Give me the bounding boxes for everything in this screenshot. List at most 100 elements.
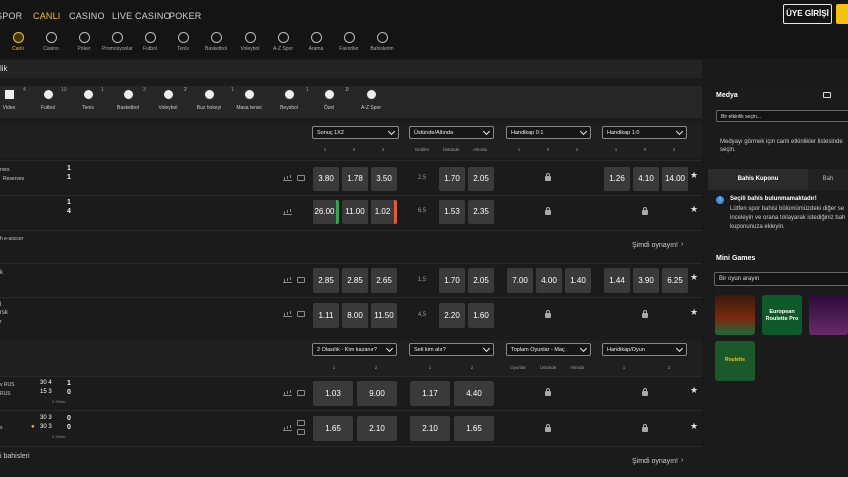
odd-button[interactable]: 11.50 xyxy=(371,303,397,328)
filter-table-tennis[interactable]: Masa tenisi 1 xyxy=(231,87,262,111)
odd-button[interactable]: 7.00 xyxy=(507,268,533,293)
filter-basketball[interactable]: Basketbol 3 xyxy=(115,87,146,111)
stats-icon[interactable] xyxy=(283,311,292,317)
odd-button[interactable]: 2.65 xyxy=(371,268,397,293)
odd-button[interactable]: 3.90 xyxy=(633,268,659,293)
odd-button[interactable]: 3.80 xyxy=(313,167,339,191)
poker-tab[interactable]: Poker xyxy=(73,32,95,52)
search-tab[interactable]: Arama xyxy=(305,32,327,52)
event-row[interactable]: k 2.85 2.85 2.65 1,5 1.70 2.05 7.00 4.00… xyxy=(0,263,702,296)
stats-icon[interactable] xyxy=(283,209,292,215)
odd-button[interactable]: 1.03 xyxy=(313,381,353,406)
nav-poker[interactable]: POKER xyxy=(169,11,202,21)
chevron-right-icon[interactable]: › xyxy=(681,241,683,248)
nav-canli[interactable]: CANLI xyxy=(33,11,61,21)
stats-icon[interactable] xyxy=(283,390,292,396)
odd-button[interactable]: 1.40 xyxy=(565,268,591,293)
market-select-total-games[interactable]: Toplam Oyunlar - Maç xyxy=(506,343,591,356)
stats-icon[interactable] xyxy=(283,175,292,181)
event-row[interactable]: s ● 30 3 30 3 0 0 0 Setler 1.65 2.10 2.1… xyxy=(0,410,702,445)
tab-other[interactable]: Bah xyxy=(808,169,848,190)
odd-button[interactable]: 14.00 xyxy=(662,167,688,191)
favorites-tab[interactable]: Favoriler xyxy=(337,32,361,52)
game-search-input[interactable]: Bir oyun arayın xyxy=(714,272,848,286)
market-select-game-handicap[interactable]: Handikap/Oyun xyxy=(602,343,687,356)
volleyball-tab[interactable]: Voleybol xyxy=(238,32,262,52)
favorite-star-icon[interactable]: ★ xyxy=(690,170,698,181)
register-button[interactable]: ÜYE GİRİŞİ xyxy=(783,4,832,24)
event-row[interactable]: rves Reserves 1 1 3.80 1.78 3.50 2,5 1.7… xyxy=(0,160,702,194)
odd-button[interactable]: 4.40 xyxy=(454,381,494,406)
odd-button[interactable]: 26.00 xyxy=(313,200,339,224)
scoreboard-icon[interactable] xyxy=(297,429,305,435)
game-thumbnail-roulette[interactable]: Roulette xyxy=(715,341,755,381)
game-thumbnail[interactable] xyxy=(809,295,848,335)
odd-button[interactable]: 1.65 xyxy=(454,416,494,441)
odd-button[interactable]: 2.85 xyxy=(313,268,339,293)
promotions-tab[interactable]: Promosyonlar xyxy=(102,32,133,52)
event-row[interactable]: v RUS RUS 30 4 15 3 1 0 0 Setler 1.03 9.… xyxy=(0,376,702,409)
filter-football[interactable]: Futbol 10 xyxy=(38,87,67,111)
odd-button[interactable]: 1.70 xyxy=(439,268,465,293)
odd-button[interactable]: 1.02 xyxy=(371,200,397,224)
filter-tennis[interactable]: Tenis 1 xyxy=(78,87,104,111)
scoreboard-icon[interactable] xyxy=(297,175,305,181)
play-now-link[interactable]: Şimdi oynayın! xyxy=(632,242,678,249)
filter-special[interactable]: Özel 1 xyxy=(320,87,348,111)
odd-button[interactable]: 2.10 xyxy=(357,416,397,441)
odd-button[interactable]: 2.05 xyxy=(468,167,494,191)
odd-button[interactable]: 1.70 xyxy=(439,167,465,191)
odd-button[interactable]: 1.53 xyxy=(439,200,465,224)
odd-button[interactable]: 2.05 xyxy=(468,268,494,293)
tab-bet-slip[interactable]: Bahis Kuponu xyxy=(708,169,808,190)
stats-icon[interactable] xyxy=(283,425,292,431)
market-select-1x2[interactable]: Sonuç 1X2 xyxy=(312,126,399,139)
odd-button[interactable]: 2.20 xyxy=(439,303,465,328)
filter-volleyball[interactable]: Voleybol 2 xyxy=(156,87,187,111)
odd-button[interactable]: 2.85 xyxy=(342,268,368,293)
play-now-link[interactable]: Şimdi oynayın! xyxy=(632,458,678,465)
scoreboard-icon[interactable] xyxy=(297,277,305,283)
odd-button[interactable]: 6.25 xyxy=(662,268,688,293)
market-select-winner[interactable]: 2 Olasılık - Kim kazanır? xyxy=(312,343,397,356)
favorite-star-icon[interactable]: ★ xyxy=(690,385,698,396)
market-select-handicap-10[interactable]: Handikap 1:0 xyxy=(602,126,687,139)
play-icon[interactable] xyxy=(823,92,831,98)
game-thumbnail[interactable] xyxy=(715,295,755,335)
odd-button[interactable]: 8.00 xyxy=(342,303,368,328)
basketball-tab[interactable]: Basketbol xyxy=(204,32,228,52)
media-event-select[interactable]: Bir etkinlik seçin... xyxy=(716,110,848,122)
favorite-star-icon[interactable]: ★ xyxy=(690,272,698,283)
scoreboard-icon[interactable] xyxy=(297,390,305,396)
az-sport-tab[interactable]: A-Z Spor xyxy=(272,32,294,52)
filter-ice-hockey[interactable]: Buz hokeyi 7 xyxy=(184,87,222,111)
odd-button[interactable]: 11.00 xyxy=(342,200,368,224)
game-thumbnail-european-roulette[interactable]: European Roulette Pro xyxy=(762,295,802,335)
odd-button[interactable]: 2.10 xyxy=(410,416,450,441)
filter-video[interactable]: Video 4 xyxy=(0,87,26,111)
nav-casino[interactable]: CASINO xyxy=(69,11,105,21)
odd-button[interactable]: 1.17 xyxy=(410,381,450,406)
odd-button[interactable]: 1.60 xyxy=(468,303,494,328)
market-select-over-under[interactable]: Üstünde/Altında xyxy=(409,126,494,139)
my-bets-tab[interactable]: Bahislerim xyxy=(369,32,395,52)
odd-button[interactable]: 4.00 xyxy=(536,268,562,293)
stats-icon[interactable] xyxy=(283,277,292,283)
market-select-set-winner[interactable]: Seti kim alır? xyxy=(409,343,494,356)
casino-tab[interactable]: Casino xyxy=(40,32,62,52)
odd-button[interactable]: 1.78 xyxy=(342,167,368,191)
live-tab[interactable]: Canlı xyxy=(7,32,29,52)
chevron-right-icon[interactable]: › xyxy=(681,457,683,464)
odd-button[interactable]: 2.35 xyxy=(468,200,494,224)
nav-live-casino[interactable]: LIVE CASINO xyxy=(112,11,171,21)
nav-spor[interactable]: SPOR xyxy=(0,11,22,21)
odd-button[interactable]: 4.10 xyxy=(633,167,659,191)
event-row[interactable]: 1 4 26.00 11.00 1.02 6,5 1.53 2.35 ★ xyxy=(0,195,702,229)
market-select-handicap-01[interactable]: Handikap 0:1 xyxy=(506,126,591,139)
login-button[interactable] xyxy=(836,4,848,24)
favorite-star-icon[interactable]: ★ xyxy=(690,204,698,215)
event-row[interactable]: l rsk r 1.11 8.00 11.50 4,5 2.20 1.60 ★ xyxy=(0,297,702,331)
video-icon[interactable] xyxy=(297,420,305,426)
odd-button[interactable]: 1.65 xyxy=(313,416,353,441)
scoreboard-icon[interactable] xyxy=(297,311,305,317)
